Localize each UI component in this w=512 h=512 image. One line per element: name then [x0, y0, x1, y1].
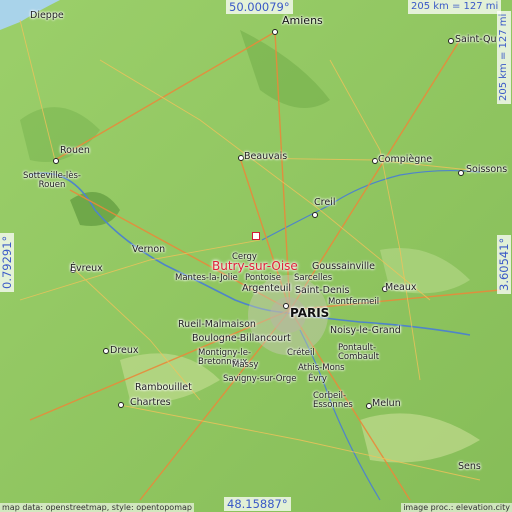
east-longitude-label: 3.60541°	[497, 234, 511, 294]
place-label-butry-sur-oise[interactable]: Butry-sur-Oise	[212, 260, 298, 272]
north-latitude-label: 50.00079°	[226, 0, 293, 14]
place-label-pontoise: Pontoise	[245, 273, 281, 283]
place-label-melun: Melun	[372, 398, 401, 409]
place-label-beauvais: Beauvais	[244, 151, 288, 162]
place-label-sarcelles: Sarcelles	[294, 273, 333, 283]
place-dot	[312, 212, 318, 218]
place-dot	[118, 402, 124, 408]
place-label-rueil: Rueil-Malmaison	[178, 319, 256, 330]
place-label-chartres: Chartres	[130, 397, 171, 408]
place-label-saint-quentin: Saint-Qu	[455, 34, 497, 45]
south-latitude-label: 48.15887°	[224, 497, 291, 511]
place-label-paris: PARIS	[290, 306, 330, 320]
place-label-evreux: Évreux	[70, 263, 103, 274]
place-label-rouen: Rouen	[60, 145, 90, 156]
place-label-evry: Évry	[308, 374, 327, 384]
selected-location-marker[interactable]	[252, 232, 260, 240]
place-label-creteil: Créteil	[287, 348, 315, 358]
place-label-mantes: Mantes-la-Jolie	[175, 273, 238, 283]
west-longitude-label: 0.79291°	[0, 232, 14, 292]
place-label-boulogne: Boulogne-Billancourt	[192, 333, 291, 344]
place-label-creil: Creil	[314, 197, 336, 208]
place-label-amiens: Amiens	[282, 14, 323, 27]
place-label-montfermeil: Montfermeil	[328, 297, 380, 307]
place-label-sens: Sens	[458, 461, 481, 472]
place-label-corbeil: Corbeil-Essonnes	[313, 391, 353, 410]
map-credit-left: map data: openstreetmap, style: opentopo…	[0, 503, 194, 512]
place-label-meaux: Meaux	[385, 282, 417, 293]
map-view[interactable]: Dieppe Amiens Saint-Qu Rouen Sotteville-…	[0, 0, 512, 512]
place-label-vernon: Vernon	[132, 244, 166, 255]
scale-label-right: 205 km = 127 mi	[497, 10, 511, 104]
place-dot	[283, 303, 289, 309]
place-label-goussainville: Goussainville	[312, 261, 375, 272]
place-label-soissons: Soissons	[466, 164, 508, 175]
place-label-rambouillet: Rambouillet	[135, 382, 192, 393]
place-label-massy: Massy	[232, 360, 259, 370]
scale-label-top: 205 km = 127 mi	[408, 0, 502, 14]
place-label-saint-denis: Saint-Denis	[295, 285, 350, 296]
place-label-dieppe: Dieppe	[30, 10, 64, 21]
place-label-noisy: Noisy-le-Grand	[330, 325, 401, 336]
place-dot	[272, 29, 278, 35]
place-label-sotteville: Sotteville-lès-Rouen	[23, 171, 81, 190]
place-label-athis: Athis-Mons	[298, 363, 345, 373]
map-credit-right: image proc.: elevation.city	[401, 503, 512, 512]
place-label-pontault: Pontault-Combault	[338, 343, 380, 362]
place-dot	[458, 170, 464, 176]
place-dot	[448, 38, 454, 44]
place-label-dreux: Dreux	[110, 345, 139, 356]
place-dot	[53, 158, 59, 164]
place-label-argenteuil: Argenteuil	[242, 283, 292, 294]
place-dot	[103, 348, 109, 354]
place-label-savigny: Savigny-sur-Orge	[223, 374, 297, 384]
place-label-compiegne: Compiègne	[378, 154, 433, 165]
